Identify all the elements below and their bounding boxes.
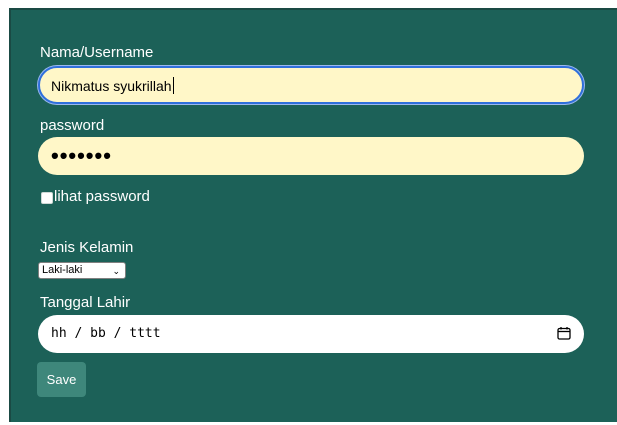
save-button[interactable]: Save (37, 362, 86, 397)
chevron-down-icon: ⌄ (112, 266, 120, 276)
show-password-label[interactable]: lihat password (54, 188, 150, 206)
gender-selected-value: Laki-laki (42, 264, 83, 276)
calendar-icon[interactable] (557, 326, 571, 340)
password-input[interactable]: ••••••• (38, 137, 584, 175)
text-caret (172, 77, 174, 94)
birth-date-label: Tanggal Lahir (40, 294, 131, 311)
password-label: password (40, 117, 105, 134)
password-masked-value: ••••••• (51, 143, 112, 168)
gender-label: Jenis Kelamin (40, 239, 134, 256)
username-label: Nama/Username (40, 44, 154, 61)
birth-date-placeholder: hh / bb / tttt (51, 326, 161, 341)
username-input[interactable]: Nikmatus syukrillah (38, 66, 584, 104)
gender-select[interactable]: Laki-laki ⌄ (38, 262, 126, 279)
birth-date-input[interactable]: hh / bb / tttt (38, 315, 584, 353)
show-password-checkbox[interactable] (41, 192, 53, 204)
login-form-panel: Nama/Username Nikmatus syukrillah passwo… (9, 8, 617, 422)
username-value: Nikmatus syukrillah (51, 78, 172, 94)
